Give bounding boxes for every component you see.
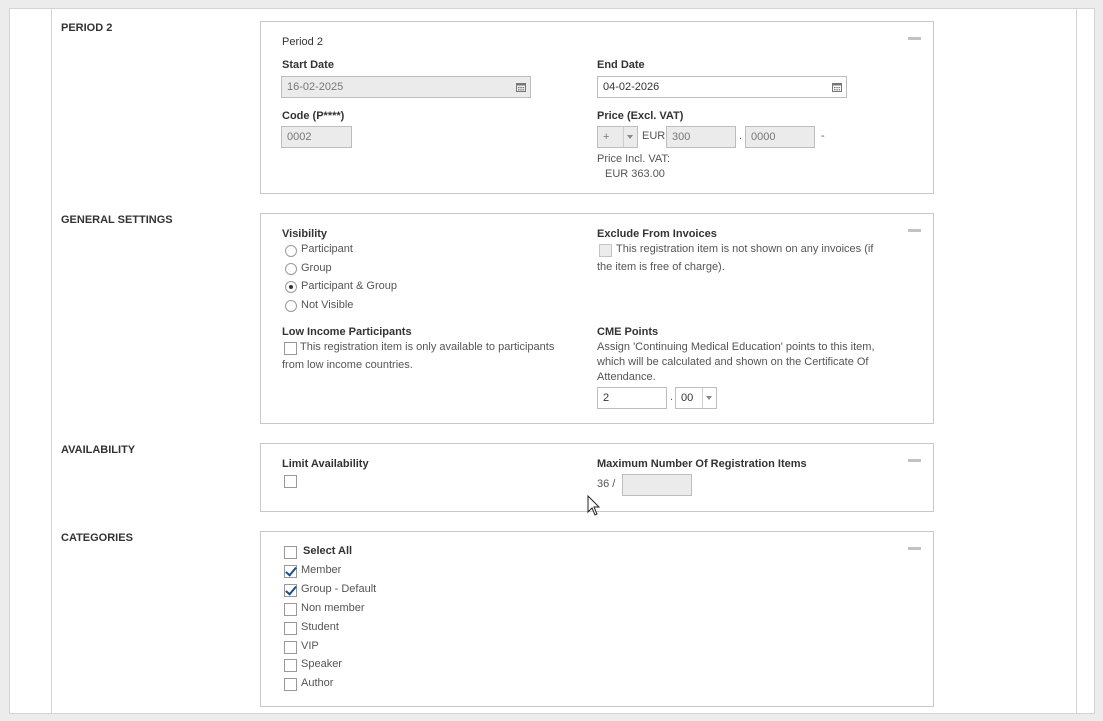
section-label-general-settings: GENERAL SETTINGS: [61, 214, 173, 226]
section-label-availability: AVAILABILITY: [61, 444, 136, 456]
end-date-label: End Date: [597, 59, 645, 71]
category-label-group-default: Group - Default: [301, 583, 377, 595]
price-incl-vat-label: Price Incl. VAT:: [597, 153, 670, 165]
category-checkbox-non-member[interactable]: [284, 603, 297, 616]
code-input[interactable]: 0002: [281, 126, 352, 148]
price-trailing-dash: -: [821, 130, 825, 142]
low-income-text-2: from low income countries.: [282, 359, 413, 371]
limit-availability-label: Limit Availability: [282, 458, 369, 470]
general-settings-panel: Visibility Participant Group Participant…: [260, 213, 934, 424]
collapse-categories-panel-minus-icon[interactable]: [908, 547, 921, 550]
price-decimal-input[interactable]: 0000: [745, 126, 815, 148]
radio-label-participant: Participant: [301, 243, 353, 255]
exclude-invoices-checkbox[interactable]: [599, 244, 612, 257]
collapse-availability-panel-minus-icon[interactable]: [908, 459, 921, 462]
period-panel: Period 2 Start Date 16-02-2025 End Date …: [260, 21, 934, 194]
price-sign-select[interactable]: +: [597, 126, 638, 148]
max-registration-items-label: Maximum Number Of Registration Items: [597, 458, 807, 470]
availability-count: 36 /: [597, 478, 616, 490]
cme-points-label: CME Points: [597, 326, 659, 338]
cme-integer-input[interactable]: 2: [597, 387, 667, 409]
cme-decimal-value: 00: [681, 392, 694, 404]
category-label-member: Member: [301, 564, 342, 576]
select-all-checkbox[interactable]: [284, 546, 297, 559]
low-income-checkbox[interactable]: [284, 342, 297, 355]
radio-label-group: Group: [301, 262, 332, 274]
radio-label-participant-group: Participant & Group: [301, 280, 397, 292]
mouse-pointer-icon: [587, 495, 601, 516]
start-date-label: Start Date: [282, 59, 334, 71]
calendar-icon[interactable]: [516, 82, 526, 92]
exclude-invoices-label: Exclude From Invoices: [597, 228, 717, 240]
category-checkbox-author[interactable]: [284, 678, 297, 691]
price-incl-vat-value: EUR 363.00: [605, 168, 665, 180]
category-label-author: Author: [301, 677, 334, 689]
cme-separator: .: [670, 391, 674, 403]
select-all-label: Select All: [303, 545, 353, 557]
max-registration-items-input[interactable]: [622, 474, 692, 496]
calendar-icon[interactable]: [832, 82, 842, 92]
cme-decimal-select[interactable]: 00: [675, 387, 717, 409]
period-title: Period 2: [282, 36, 323, 48]
radio-visibility-participant[interactable]: [285, 245, 297, 257]
low-income-label: Low Income Participants: [282, 326, 412, 338]
price-label: Price (Excl. VAT): [597, 110, 684, 122]
category-label-student: Student: [301, 621, 339, 633]
price-integer-input[interactable]: 300: [666, 126, 736, 148]
start-date-value: 16-02-2025: [287, 81, 344, 93]
price-separator: .: [739, 130, 743, 142]
section-label-categories: CATEGORIES: [61, 532, 133, 544]
category-checkbox-member[interactable]: [284, 565, 297, 578]
price-currency: EUR: [642, 130, 666, 142]
radio-label-not-visible: Not Visible: [301, 299, 354, 311]
cme-text-1: Assign 'Continuing Medical Education' po…: [597, 341, 875, 353]
right-divider: [1076, 8, 1077, 714]
category-checkbox-vip[interactable]: [284, 641, 297, 654]
category-checkbox-speaker[interactable]: [284, 659, 297, 672]
left-divider: [51, 8, 52, 714]
categories-panel: Select All Member Group - Default Non me…: [260, 531, 934, 707]
radio-visibility-participant-group[interactable]: [285, 281, 297, 293]
category-label-non-member: Non member: [301, 602, 365, 614]
end-date-value: 04-02-2026: [603, 81, 660, 93]
cme-text-2: which will be calculated and shown on th…: [597, 356, 869, 368]
radio-visibility-group[interactable]: [285, 263, 297, 275]
visibility-label: Visibility: [282, 228, 328, 240]
chevron-down-icon: [623, 127, 637, 147]
chevron-down-icon: [702, 388, 716, 408]
cme-text-3: Attendance.: [597, 371, 656, 383]
collapse-period-panel-minus-icon[interactable]: [908, 37, 921, 40]
price-sign-value: +: [603, 131, 610, 143]
exclude-invoices-text-1: This registration item is not shown on a…: [616, 243, 874, 255]
exclude-invoices-text-2: the item is free of charge).: [597, 261, 725, 273]
code-label: Code (P****): [282, 110, 345, 122]
category-checkbox-student[interactable]: [284, 622, 297, 635]
category-label-speaker: Speaker: [301, 658, 342, 670]
end-date-input[interactable]: 04-02-2026: [597, 76, 847, 98]
radio-visibility-not-visible[interactable]: [285, 300, 297, 312]
collapse-general-panel-minus-icon[interactable]: [908, 229, 921, 232]
category-checkbox-group-default[interactable]: [284, 584, 297, 597]
low-income-text-1: This registration item is only available…: [300, 341, 555, 353]
category-label-vip: VIP: [301, 640, 319, 652]
limit-availability-checkbox[interactable]: [284, 475, 297, 488]
start-date-input[interactable]: 16-02-2025: [281, 76, 531, 98]
section-label-period-2: PERIOD 2: [61, 22, 113, 34]
